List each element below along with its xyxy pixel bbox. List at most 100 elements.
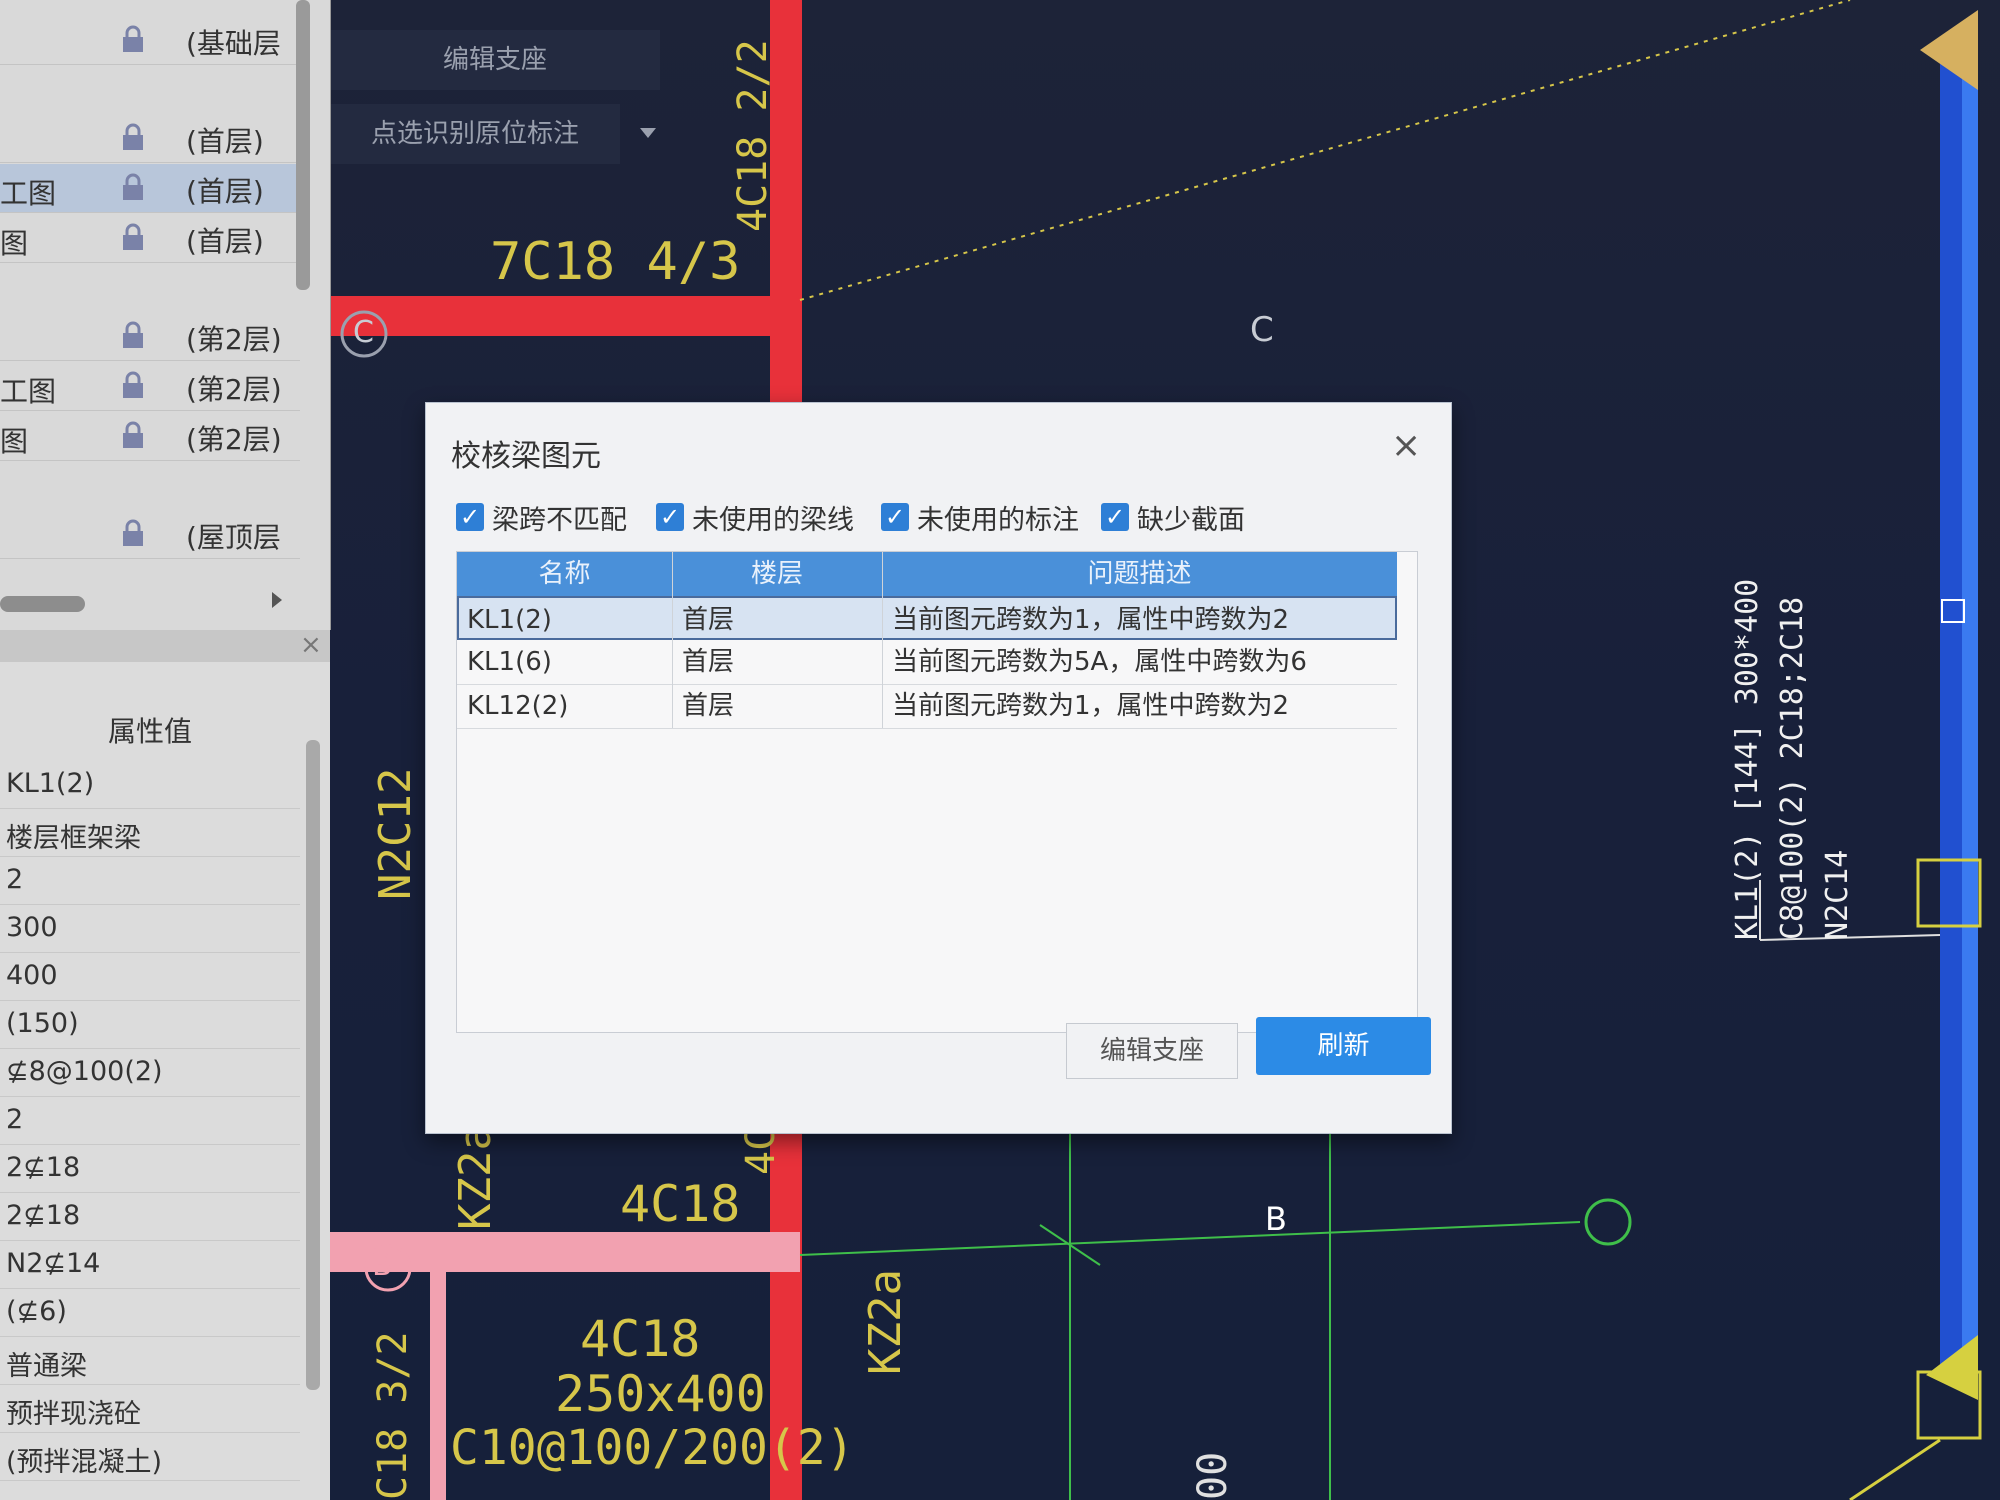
property-row[interactable]: 300: [0, 906, 300, 953]
label-beam-name: KL1(2) [144] 300*400: [1730, 578, 1765, 940]
cell-floor: 首层: [682, 605, 735, 635]
point-select-tool-button[interactable]: 点选识别原位标注: [330, 104, 620, 164]
lock-icon[interactable]: [118, 518, 148, 548]
close-icon[interactable]: ×: [1391, 425, 1421, 466]
property-value: ⊈8@100(2): [6, 1056, 163, 1087]
lock-icon[interactable]: [118, 172, 148, 202]
property-row[interactable]: 2⊈18: [0, 1194, 300, 1241]
label-box-section: 250x400: [555, 1365, 766, 1423]
checkbox-checked-icon[interactable]: ✓: [881, 503, 909, 531]
axis-bubble-b[interactable]: [1584, 1198, 1632, 1246]
property-row[interactable]: ⊈8@100(2): [0, 1050, 300, 1097]
axis-label-c-left: C: [353, 315, 374, 350]
property-row[interactable]: (⊈6): [0, 1290, 300, 1337]
property-row[interactable]: 2: [0, 858, 300, 905]
layer-row[interactable]: (第2层): [0, 312, 300, 361]
selection-strip-highlight: [1962, 40, 1978, 1370]
table-row[interactable]: KL1(6) 首层 当前图元跨数为5A，属性中跨数为6: [457, 640, 1397, 685]
layer-row[interactable]: (基础层: [0, 16, 300, 65]
property-row[interactable]: (150): [0, 1002, 300, 1049]
checkbox-checked-icon[interactable]: ✓: [656, 503, 684, 531]
cell-description: 当前图元跨数为1，属性中跨数为2: [892, 691, 1290, 721]
property-row[interactable]: KL1(2): [0, 762, 300, 809]
cell-description: 当前图元跨数为1，属性中跨数为2: [892, 605, 1290, 635]
axis-label-c: C: [1250, 310, 1274, 350]
layer-row[interactable]: 工图 (第2层): [0, 362, 300, 411]
property-row[interactable]: 普通梁: [0, 1338, 300, 1385]
column-separator[interactable]: [882, 552, 883, 728]
layer-floor: (第2层): [186, 373, 282, 406]
property-row[interactable]: 2⊈18: [0, 1146, 300, 1193]
column-separator[interactable]: [672, 552, 673, 728]
layer-floor: (屋顶层: [186, 521, 281, 554]
table-row[interactable]: KL12(2) 首层 当前图元跨数为1，属性中跨数为2: [457, 684, 1397, 729]
property-value: 2: [6, 864, 24, 895]
property-row[interactable]: (预拌混凝土): [0, 1434, 300, 1481]
checkbox-unused-annotation[interactable]: ✓ 未使用的标注: [881, 500, 1079, 536]
layer-vertical-scrollbar[interactable]: [296, 0, 310, 290]
property-value-header: 属性值: [107, 715, 192, 748]
layer-floor: (基础层: [186, 27, 281, 60]
checkbox-missing-section[interactable]: ✓ 缺少截面: [1101, 500, 1245, 536]
table-row[interactable]: KL1(2) 首层 当前图元跨数为1，属性中跨数为2: [457, 596, 1397, 640]
property-value: 400: [6, 960, 58, 991]
cell-floor: 首层: [682, 691, 735, 721]
label-bottom-left-v: C18 3/2: [370, 1331, 416, 1500]
lock-icon[interactable]: [118, 320, 148, 350]
lock-icon[interactable]: [118, 24, 148, 54]
lock-icon[interactable]: [118, 370, 148, 400]
label-beam-side: N2C14: [1820, 849, 1855, 940]
axis-line-b: [799, 1221, 1581, 1256]
layer-horizontal-scrollbar[interactable]: [0, 596, 85, 612]
chevron-down-icon[interactable]: [640, 128, 656, 138]
close-icon[interactable]: ×: [300, 630, 322, 660]
label-box-stirrup: C10@100/200(2): [450, 1420, 855, 1476]
lock-icon[interactable]: [118, 222, 148, 252]
layer-floor: (首层): [186, 225, 264, 258]
dotted-guide-line: [799, 0, 1851, 301]
yellow-bottom-line: [1849, 1438, 1941, 1500]
layer-row[interactable]: 图 (第2层): [0, 412, 300, 461]
cell-name: KL1(2): [467, 605, 552, 635]
column-header-name[interactable]: 名称: [457, 552, 672, 596]
beam-horizontal-b[interactable]: [330, 1232, 800, 1272]
property-value: (预拌混凝土): [6, 1447, 163, 1478]
scroll-right-arrow-icon[interactable]: [272, 592, 282, 608]
beam-horizontal-c[interactable]: [330, 296, 780, 336]
lock-icon[interactable]: [118, 122, 148, 152]
column-header-floor[interactable]: 楼层: [672, 552, 882, 596]
issue-table: 名称 楼层 问题描述 KL1(2) 首层 当前图元跨数为1，属性中跨数为2 KL…: [456, 551, 1418, 1033]
checkbox-label: 梁跨不匹配: [492, 504, 627, 536]
edit-support-tool-button[interactable]: 编辑支座: [330, 30, 660, 90]
column-header-description[interactable]: 问题描述: [882, 552, 1397, 596]
layer-floor: (首层): [186, 175, 264, 208]
checkbox-checked-icon[interactable]: ✓: [456, 503, 484, 531]
property-row[interactable]: 2: [0, 1098, 300, 1145]
beam-pink-vertical[interactable]: [430, 1250, 446, 1500]
refresh-button[interactable]: 刷新: [1256, 1017, 1431, 1075]
property-row[interactable]: N2⊈14: [0, 1242, 300, 1289]
label-top-rebar: 7C18 4/3: [490, 232, 741, 292]
lock-icon[interactable]: [118, 420, 148, 450]
checkbox-checked-icon[interactable]: ✓: [1101, 503, 1129, 531]
table-header: 名称 楼层 问题描述: [457, 552, 1397, 596]
layer-name: 工图: [0, 177, 57, 210]
layer-row[interactable]: (屋顶层: [0, 510, 300, 559]
property-value: 2⊈18: [6, 1152, 81, 1183]
property-value: KL1(2): [6, 768, 95, 799]
property-panel-header: [0, 630, 330, 662]
layer-row[interactable]: 图 (首层): [0, 214, 300, 263]
property-row[interactable]: 预拌现浇砼: [0, 1386, 300, 1433]
property-value: 楼层框架梁: [6, 823, 141, 854]
label-beam-stirrup: C8@100(2) 2C18;2C18: [1775, 596, 1810, 940]
checkbox-span-mismatch[interactable]: ✓ 梁跨不匹配: [456, 500, 627, 536]
layer-row[interactable]: (首层): [0, 114, 300, 163]
property-row[interactable]: 楼层框架梁: [0, 810, 300, 857]
layer-floor: (首层): [186, 125, 264, 158]
layer-row-selected[interactable]: 工图 (首层): [0, 164, 300, 213]
edit-support-button[interactable]: 编辑支座: [1066, 1023, 1238, 1079]
checkbox-unused-beam-line[interactable]: ✓ 未使用的梁线: [656, 500, 854, 536]
label-box-rebar: 4C18: [580, 1310, 701, 1368]
property-vertical-scrollbar[interactable]: [306, 740, 320, 1390]
property-row[interactable]: 400: [0, 954, 300, 1001]
